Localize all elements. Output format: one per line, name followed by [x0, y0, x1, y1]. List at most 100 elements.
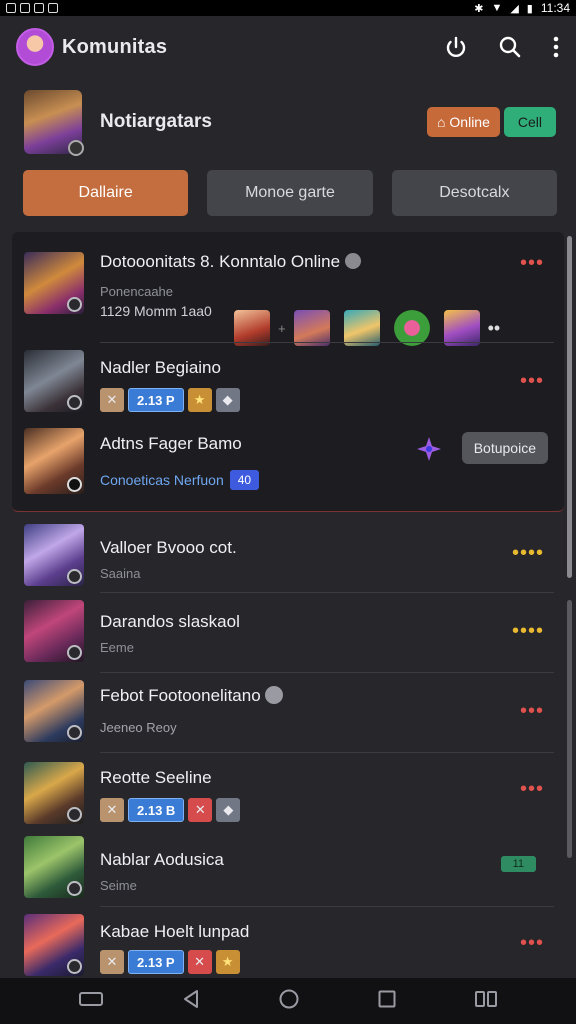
tool-chip-icon: ✕ — [100, 798, 124, 822]
status-dot — [67, 881, 82, 896]
recents-icon[interactable] — [79, 991, 104, 1012]
scrollbar-track — [567, 600, 572, 858]
star-icon: ★ — [215, 950, 240, 974]
image-icon — [48, 3, 58, 13]
list-item[interactable]: Febot Footoonelitano Jeeneo Reoy ••• — [12, 680, 564, 746]
cell-button[interactable]: Cell — [503, 107, 556, 137]
more-dots-icon[interactable]: ••• — [520, 371, 544, 391]
status-dot — [67, 477, 82, 492]
app-icon — [34, 3, 44, 13]
crossed-swords-icon: ✕ — [187, 950, 212, 974]
status-dot — [67, 807, 82, 822]
bluetooth-icon: ✱ — [474, 2, 484, 15]
star-icon: ★ — [187, 388, 212, 412]
back-icon[interactable] — [182, 989, 200, 1014]
wifi-icon: ▼ — [491, 2, 503, 14]
member-avatar[interactable] — [343, 310, 380, 346]
action-button[interactable]: Botupoice — [461, 432, 548, 464]
status-dot — [67, 645, 82, 660]
thumbnail — [24, 350, 84, 412]
more-vert-icon[interactable] — [552, 36, 560, 58]
search-icon[interactable] — [498, 35, 522, 59]
more-dots-icon[interactable]: ••• — [520, 933, 544, 953]
level-badge: 2.13 P — [128, 388, 184, 412]
overview-icon[interactable] — [378, 990, 396, 1013]
split-screen-icon[interactable] — [474, 990, 497, 1013]
tool-chip-icon: ✕ — [100, 950, 124, 974]
thumbnail — [24, 428, 84, 494]
more-dots-icon[interactable]: ••• — [520, 779, 544, 799]
connection-link[interactable]: Conoeticas Nerfuon — [100, 472, 224, 488]
list-item[interactable]: Nadler Begiaino ✕ 2.13 P ★ ◆ ••• — [12, 350, 564, 412]
item-title: Valloer Bvooo cot. — [100, 538, 237, 557]
more-dots-icon[interactable]: ••• — [520, 253, 544, 273]
more-dots-icon[interactable]: •••• — [512, 543, 544, 563]
thumbnail — [24, 524, 84, 586]
thumbnail — [24, 680, 84, 742]
thumbnail — [24, 600, 84, 662]
member-avatars: + •• — [234, 310, 500, 346]
member-avatar[interactable] — [393, 310, 430, 346]
home-icon: ⌂ — [436, 114, 446, 130]
emoji-icon — [344, 253, 361, 269]
thumbnail — [24, 762, 84, 824]
thumbnail — [24, 252, 84, 314]
member-avatar[interactable] — [293, 310, 330, 346]
level-badge: 2.13 P — [128, 950, 184, 974]
thumbnail — [24, 914, 84, 976]
level-badge: 2.13 B — [128, 798, 185, 822]
download-icon — [20, 3, 30, 13]
list-item[interactable]: Dotooonitats 8. Konntalo Online Ponencaa… — [12, 252, 564, 346]
gem-icon: ◆ — [215, 388, 240, 412]
gem-icon: ◆ — [216, 798, 241, 822]
more-dots-icon[interactable]: •••• — [512, 621, 544, 641]
online-tag: 11 — [500, 856, 536, 872]
item-subtitle: Jeeneo Reoy — [100, 720, 177, 735]
list-item[interactable]: Reotte Seeline ✕ 2.13 B ✕ ◆ ••• — [12, 762, 564, 828]
item-title: Nablar Aodusica — [100, 850, 224, 869]
list-item[interactable]: Adtns Fager Bamo Conoeticas Nerfuon 40 B… — [12, 428, 564, 494]
online-button[interactable]: ⌂ Online — [426, 107, 500, 137]
tab-desotcalx[interactable]: Desotcalx — [391, 170, 557, 216]
app-bar: Komunitas — [0, 16, 576, 78]
emoji-icon — [265, 686, 284, 704]
item-title: Nadler Begiaino — [100, 358, 221, 377]
community-avatar[interactable] — [16, 28, 54, 66]
scrollbar[interactable] — [567, 236, 572, 578]
item-title: Kabae Hoelt lunpad — [100, 922, 250, 941]
member-avatar[interactable] — [234, 310, 270, 346]
list-item[interactable]: Kabae Hoelt lunpad ✕ 2.13 P ✕ ★ ••• — [12, 914, 564, 976]
battery-icon: ▮ — [526, 2, 533, 15]
status-dot — [67, 725, 82, 740]
list-item[interactable]: Nablar Aodusica Seime 11 — [12, 836, 564, 898]
profile-header: Notiargatars ⌂ Online Cell — [24, 88, 556, 156]
status-bar: ✱ ▼ ◢ ▮ 11:34 — [0, 0, 576, 16]
more-dots-icon[interactable]: •• — [488, 318, 501, 339]
crossed-swords-icon: ✕ — [188, 798, 213, 822]
thumbnail — [24, 836, 84, 898]
item-title: Dotooonitats 8. Konntalo Online — [100, 252, 341, 271]
home-icon[interactable] — [278, 988, 300, 1015]
list-item[interactable]: Valloer Bvooo cot. Saaina •••• — [12, 524, 564, 590]
online-label: Online — [449, 114, 490, 130]
sparkle-icon — [416, 436, 442, 462]
notification-icons — [6, 3, 58, 13]
item-title: Reotte Seeline — [100, 768, 212, 787]
page-title: Komunitas — [62, 35, 168, 58]
item-subtitle: Eeme — [100, 640, 134, 655]
status-dot — [67, 395, 82, 410]
tab-monoe-garte[interactable]: Monoe garte — [207, 170, 373, 216]
item-subtitle: Ponencaahe — [100, 284, 174, 299]
gallery-icon — [6, 3, 16, 13]
tab-dallaire[interactable]: Dallaire — [23, 170, 189, 216]
list-item[interactable]: Darandos slaskaol Eeme •••• — [12, 600, 564, 666]
member-avatar[interactable] — [443, 310, 480, 346]
more-dots-icon[interactable]: ••• — [520, 701, 544, 721]
tab-bar: Dallaire Monoe garte Desotcalx — [23, 170, 557, 216]
count-badge: 40 — [229, 470, 260, 490]
tool-chip-icon: ✕ — [100, 388, 124, 412]
featured-card: Dotooonitats 8. Konntalo Online Ponencaa… — [12, 232, 564, 512]
status-badge — [68, 140, 84, 156]
profile-avatar[interactable] — [24, 90, 84, 156]
power-icon[interactable] — [444, 35, 468, 59]
